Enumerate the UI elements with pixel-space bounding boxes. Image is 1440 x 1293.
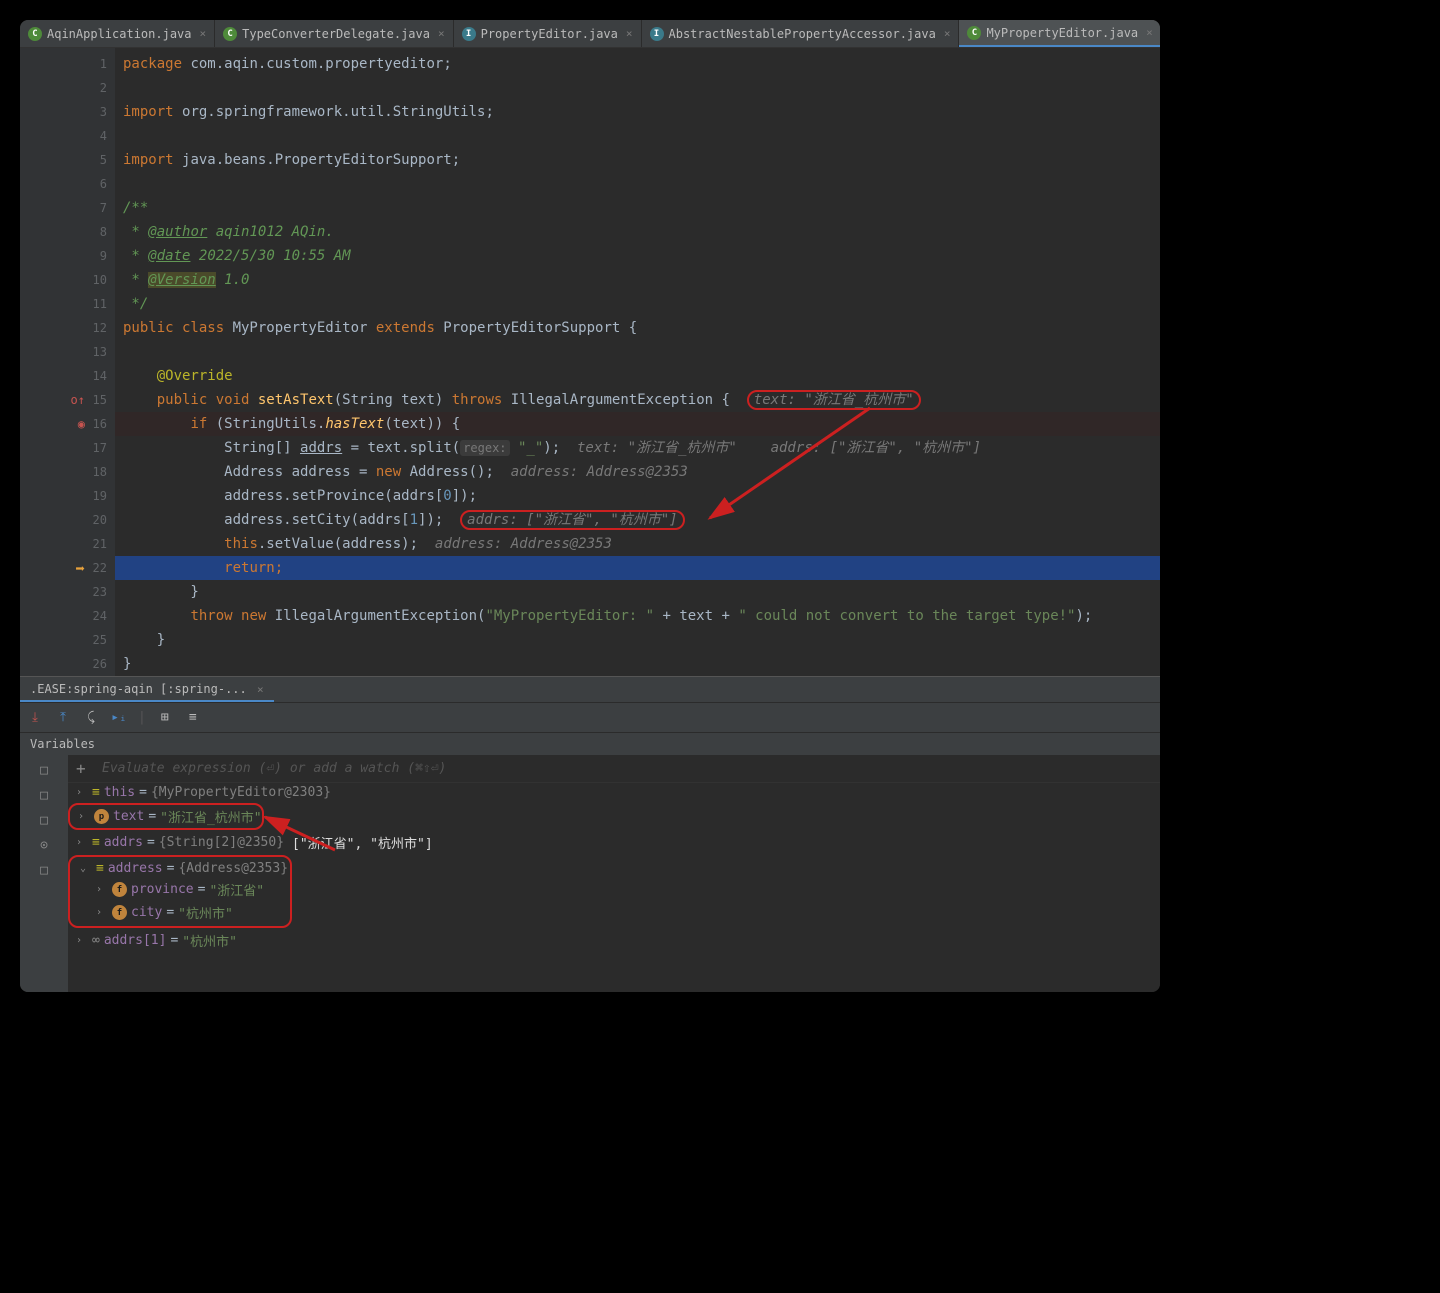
close-icon[interactable]: × (200, 27, 207, 40)
execution-point-icon: ➡ (75, 559, 85, 578)
run-to-cursor-icon[interactable]: ▸ᵢ (110, 709, 128, 727)
tab-label: PropertyEditor.java (481, 27, 618, 41)
tool-icon[interactable]: □ (40, 813, 48, 828)
var-row-this[interactable]: › ≡ this = {MyPropertyEditor@2303} (68, 783, 1160, 802)
variables-header: Variables (20, 732, 1160, 755)
field-icon: f (112, 905, 127, 920)
inline-hint: text: "浙江省_杭州市" addrs: ["浙江省", "杭州市"] (577, 440, 981, 456)
breakpoint-icon[interactable]: ◉ (78, 417, 85, 431)
tab-typeconverter[interactable]: C TypeConverterDelegate.java × (215, 20, 453, 47)
param-icon: p (94, 809, 109, 824)
debug-tab-bar: .EASE:spring-aqin [:spring-... × (20, 676, 1160, 702)
var-row-addrs[interactable]: › ≡ addrs = {String[2]@2350} ["浙江省", "杭州… (68, 831, 1160, 854)
tab-abstractnestable[interactable]: I AbstractNestablePropertyAccessor.java … (642, 20, 960, 47)
evaluate-icon[interactable]: ⤹ (82, 709, 100, 727)
tab-label: MyPropertyEditor.java (986, 26, 1138, 40)
var-row-address[interactable]: ⌄ ≡ address = {Address@2353} (72, 859, 288, 878)
code-area[interactable]: package com.aqin.custom.propertyeditor; … (115, 48, 1160, 676)
ide-window: C AqinApplication.java × C TypeConverter… (20, 20, 1160, 992)
inline-hint-addrs: addrs: ["浙江省", "杭州市"] (460, 510, 684, 530)
java-interface-icon: I (650, 27, 664, 41)
var-row-city[interactable]: › f city = "杭州市" (72, 901, 288, 924)
step-into-icon[interactable]: ⤓ (26, 709, 44, 727)
inline-hint: address: Address@2353 (435, 536, 612, 552)
close-icon[interactable]: × (944, 27, 951, 40)
tab-propertyeditor[interactable]: I PropertyEditor.java × (454, 20, 642, 47)
field-icon: f (112, 882, 127, 897)
close-icon[interactable]: × (257, 683, 264, 696)
tab-aqinapplication[interactable]: C AqinApplication.java × (20, 20, 215, 47)
inline-hint-text: text: "浙江省_杭州市" (747, 390, 921, 410)
var-row-province[interactable]: › f province = "浙江省" (72, 878, 288, 901)
tool-icon[interactable]: □ (40, 788, 48, 803)
java-class-icon: C (223, 27, 237, 41)
debug-toolbar: ⤓ ⤒ ⤹ ▸ᵢ | ⊞ ≡ (20, 702, 1160, 732)
close-icon[interactable]: × (438, 27, 445, 40)
list-icon[interactable]: ≡ (184, 709, 202, 727)
grid-icon[interactable]: ⊞ (156, 709, 174, 727)
java-class-icon: C (28, 27, 42, 41)
inline-hint: address: Address@2353 (511, 464, 688, 480)
java-class-icon: C (967, 26, 981, 40)
close-icon[interactable]: × (626, 27, 633, 40)
tab-label: AqinApplication.java (47, 27, 192, 41)
debug-config-tab[interactable]: .EASE:spring-aqin [:spring-... × (20, 678, 274, 702)
close-icon[interactable]: × (1146, 26, 1153, 39)
tab-mypropertyeditor[interactable]: C MyPropertyEditor.java × (959, 20, 1160, 47)
tool-icon[interactable]: □ (40, 863, 48, 878)
gutter: 1 2 3 4 5 6 7 8 9 10 11 12 13 14 o↑15 ◉1… (20, 48, 115, 676)
override-indicator-icon[interactable]: o↑ (71, 393, 85, 407)
tool-icon[interactable]: ⊙ (40, 838, 48, 853)
evaluate-expression-input[interactable]: + Evaluate expression (⏎) or add a watch… (68, 755, 1160, 783)
plus-icon[interactable]: + (76, 759, 94, 778)
java-interface-icon: I (462, 27, 476, 41)
tool-icon[interactable]: □ (40, 763, 48, 778)
step-out-icon[interactable]: ⤒ (54, 709, 72, 727)
variables-panel: □ □ □ ⊙ □ + Evaluate expression (⏎) or a… (20, 755, 1160, 992)
editor-tabs: C AqinApplication.java × C TypeConverter… (20, 20, 1160, 48)
var-row-addrs1[interactable]: › ∞ addrs[1] = "杭州市" (68, 929, 1160, 952)
vars-side-toolbar: □ □ □ ⊙ □ (20, 755, 68, 992)
tab-label: AbstractNestablePropertyAccessor.java (669, 27, 936, 41)
tab-label: TypeConverterDelegate.java (242, 27, 430, 41)
code-editor[interactable]: 1 2 3 4 5 6 7 8 9 10 11 12 13 14 o↑15 ◉1… (20, 48, 1160, 676)
var-row-text[interactable]: › p text = "浙江省_杭州市" (70, 805, 262, 828)
